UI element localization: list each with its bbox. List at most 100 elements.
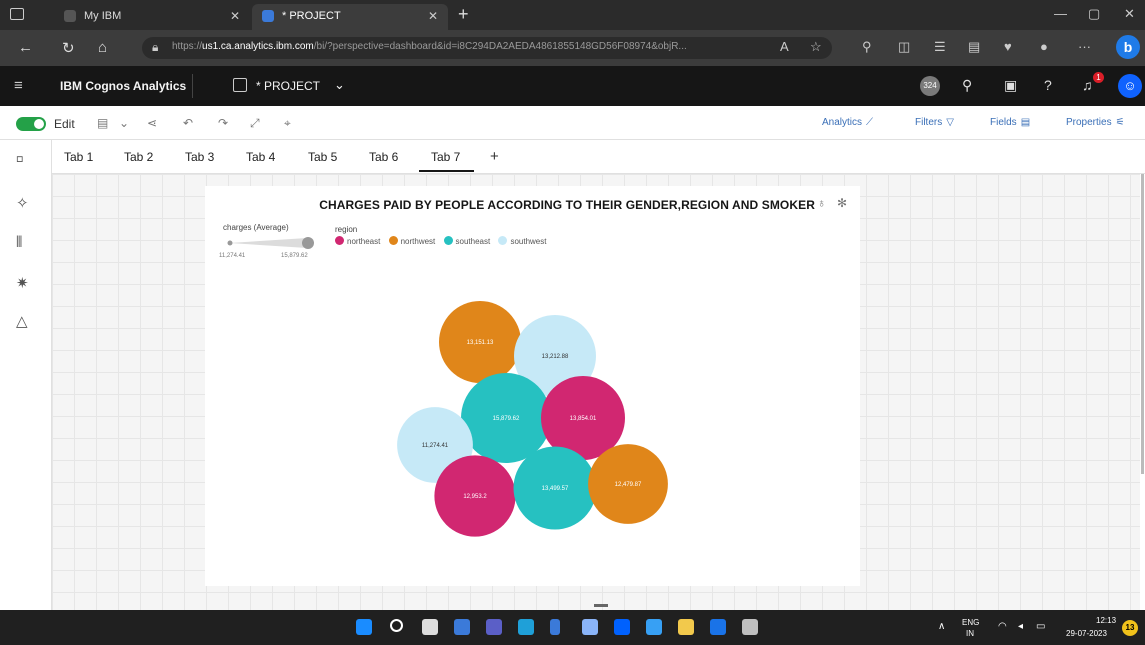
visualizations-icon[interactable]: ⫴ [16, 234, 22, 251]
help-icon[interactable]: ? [1044, 77, 1052, 93]
scrollbar-thumb[interactable] [1141, 174, 1144, 474]
bubble-label: 13,212.88 [542, 354, 569, 360]
clock-time[interactable]: 12:13 [1096, 616, 1116, 625]
analytics-button[interactable]: Analytics ⟋ [822, 117, 873, 128]
address-bar-row: ← ↻ ⌂ 🔒︎ https://us1.ca.analytics.ibm.co… [0, 30, 1145, 66]
collections-icon[interactable]: ▤ [968, 39, 980, 55]
dashboard-toolbar: Edit ▤ ⌄ ⋖ ↶ ↷ ⤢ ⌖ Analytics ⟋ Filters ▽ F… [0, 106, 1145, 140]
canvas-scrollbar[interactable] [1140, 174, 1145, 610]
teams-icon[interactable] [486, 619, 502, 635]
url-path: /bi/?perspective=dashboard&id=i8C294DA2A… [313, 41, 687, 52]
bubble-label: 15,879.62 [493, 416, 520, 422]
user-avatar[interactable]: ☺ [1118, 74, 1142, 98]
shapes-icon[interactable]: △ [16, 312, 28, 330]
page-view-icon[interactable]: ▤ [97, 116, 108, 130]
more-menu-icon[interactable]: ··· [1078, 39, 1091, 54]
data-tree-icon[interactable]: ⸋ [16, 152, 24, 172]
app-brand: IBM Cognos Analytics [60, 79, 187, 93]
bubble-label: 13,499.57 [542, 486, 569, 492]
performance-icon[interactable]: ♥ [1004, 39, 1012, 54]
fields-button[interactable]: Fields ▤ [990, 117, 1030, 128]
filters-button[interactable]: Filters ▽ [915, 117, 954, 128]
close-tab-icon[interactable]: ✕ [230, 9, 240, 23]
tab-6[interactable]: Tab 6 [369, 150, 398, 164]
browser-tab-myibm[interactable]: My IBM ✕ [54, 4, 250, 30]
tab-1[interactable]: Tab 1 [64, 150, 93, 164]
bubble-visualization[interactable]: CHARGES PAID BY PEOPLE ACCORDING TO THEI… [205, 186, 860, 586]
bubble-label: 13,854.01 [570, 416, 597, 422]
pointer-icon[interactable]: ⌖ [284, 116, 291, 131]
tab-actions-icon[interactable] [10, 8, 24, 20]
store-icon[interactable] [582, 619, 598, 635]
volume-icon[interactable]: ◂ [1018, 621, 1023, 632]
resize-handle[interactable] [594, 604, 608, 607]
tab-2[interactable]: Tab 2 [124, 150, 153, 164]
language-label[interactable]: ENG [962, 618, 979, 627]
power-automate-icon[interactable] [550, 619, 560, 635]
add-tab-button[interactable]: + [490, 148, 499, 165]
refresh-icon[interactable]: ↻ [62, 39, 75, 57]
read-aloud-icon[interactable]: A [780, 39, 789, 54]
fields-label: Fields [990, 117, 1017, 128]
bubble-label: 13,151.13 [467, 340, 494, 346]
bubble-label: 12,953.2 [463, 494, 487, 500]
split-screen-icon[interactable]: ◫ [898, 39, 910, 55]
url-field[interactable]: 🔒︎ https://us1.ca.analytics.ibm.com/bi/?… [142, 37, 832, 59]
report-tabs: Tab 1 Tab 2 Tab 3 Tab 4 Tab 5 Tab 6 Tab … [52, 140, 1145, 174]
new-tab-icon[interactable]: + [458, 4, 469, 25]
edge-icon[interactable] [518, 619, 534, 635]
favorite-star-icon[interactable]: ☆ [810, 39, 822, 55]
expand-icon[interactable]: ⤢ [250, 116, 260, 131]
notification-badge[interactable]: 13 [1122, 620, 1138, 636]
favorites-icon[interactable]: ☰ [934, 39, 946, 55]
hamburger-menu-icon[interactable]: ≡ [14, 77, 23, 94]
start-icon[interactable] [356, 619, 372, 635]
close-tab-icon[interactable]: ✕ [428, 9, 438, 23]
tab-7[interactable]: Tab 7 [419, 150, 475, 172]
search-icon[interactable]: ⚲ [962, 77, 972, 94]
project-title[interactable]: * PROJECT [256, 79, 320, 93]
share-icon[interactable]: ⋖ [147, 116, 157, 130]
maximize-icon[interactable]: ▢ [1088, 6, 1100, 22]
notepad-icon[interactable] [742, 619, 758, 635]
myibm-favicon-icon [64, 10, 76, 22]
home-icon[interactable]: ⌂ [98, 39, 107, 56]
properties-label: Properties [1066, 117, 1112, 128]
back-icon[interactable]: ← [18, 39, 33, 56]
clock-date[interactable]: 29-07-2023 [1066, 629, 1107, 638]
extensions-icon[interactable]: ⚲ [862, 39, 872, 55]
properties-button[interactable]: Properties ⚟ [1066, 117, 1125, 128]
mail-icon[interactable] [710, 619, 726, 635]
pin-icon[interactable]: ✧ [16, 194, 29, 212]
photos-icon[interactable] [646, 619, 662, 635]
chat-icon[interactable]: ▣ [1004, 77, 1017, 94]
wifi-icon[interactable]: ◠ [998, 621, 1007, 632]
redo-icon[interactable]: ↷ [218, 116, 228, 130]
view-chevron-icon[interactable]: ⌄ [119, 116, 129, 130]
browser-tab-project[interactable]: * PROJECT ✕ [252, 4, 448, 30]
tray-chevron-icon[interactable]: ∧ [938, 621, 945, 632]
bubble-label: 12,479.87 [615, 482, 642, 488]
minimize-icon[interactable]: — [1054, 6, 1067, 21]
chevron-down-icon[interactable]: ⌄ [334, 77, 345, 93]
filters-label: Filters [915, 117, 943, 128]
edit-mode-toggle[interactable] [16, 117, 46, 131]
undo-icon[interactable]: ↶ [183, 116, 193, 130]
search-icon[interactable] [390, 619, 403, 632]
language-sub-label: IN [966, 629, 974, 638]
profile-icon[interactable]: ● [1040, 39, 1048, 54]
notification-count-badge[interactable]: 324 [920, 76, 940, 96]
assistant-icon[interactable]: ✷ [16, 274, 29, 292]
battery-icon[interactable]: ▭ [1036, 621, 1045, 632]
task-view-icon[interactable] [422, 619, 438, 635]
windows-taskbar: ∧ ENG IN ◠ ◂ ▭ 12:13 29-07-2023 13 [0, 610, 1145, 645]
tab-5[interactable]: Tab 5 [308, 150, 337, 164]
close-window-icon[interactable]: ✕ [1124, 6, 1135, 22]
copilot-icon[interactable]: b [1116, 35, 1140, 59]
tab-3[interactable]: Tab 3 [185, 150, 214, 164]
widgets-icon[interactable] [454, 619, 470, 635]
tab-4[interactable]: Tab 4 [246, 150, 275, 164]
notifications-bell-icon[interactable]: ♫ [1082, 77, 1093, 93]
dropbox-icon[interactable] [614, 619, 630, 635]
file-explorer-icon[interactable] [678, 619, 694, 635]
